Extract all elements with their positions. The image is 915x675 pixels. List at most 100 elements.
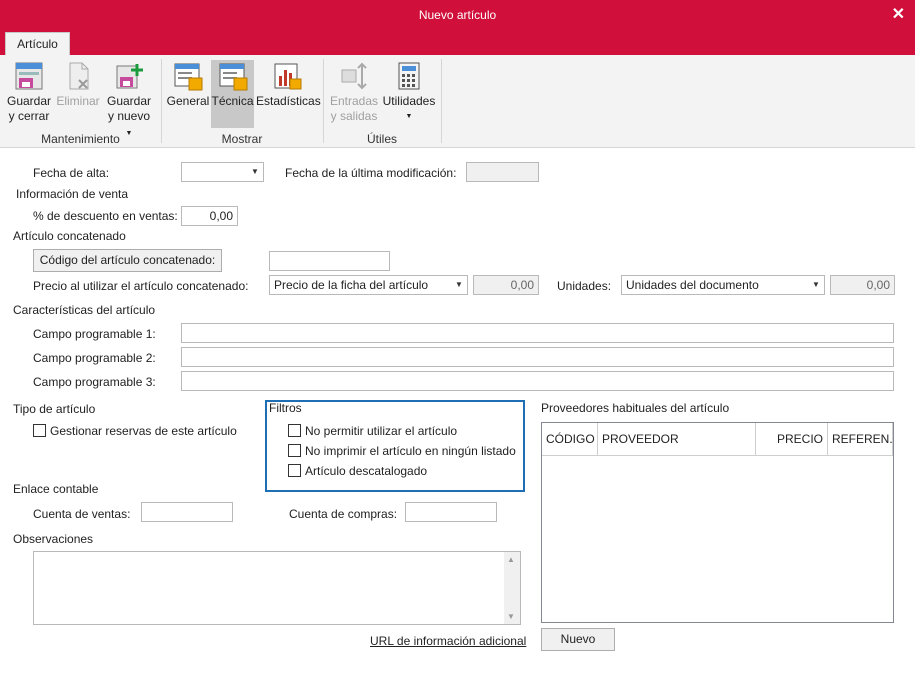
delete-icon xyxy=(69,62,89,90)
cuenta-compras-label: Cuenta de compras: xyxy=(289,507,398,521)
window-title: Nuevo artículo xyxy=(418,8,497,22)
column-header-proveedor[interactable]: PROVEEDOR xyxy=(598,423,756,456)
chevron-down-icon: ▼ xyxy=(251,167,259,176)
chevron-down-icon: ▼ xyxy=(812,280,820,289)
filtros-heading: Filtros xyxy=(269,401,302,415)
stock-in-out-button[interactable]: Entradas y salidas xyxy=(328,60,380,124)
proveedores-grid-header: CÓDIGO PROVEEDOR PRECIO REFEREN... xyxy=(542,423,893,456)
stock-in-out-label-2: y salidas xyxy=(330,109,378,123)
url-info-link[interactable]: URL de información adicional xyxy=(370,634,526,648)
enlace-heading: Enlace contable xyxy=(13,482,99,496)
precio-concatenado-label: Precio al utilizar el artículo concatena… xyxy=(33,279,249,293)
caracteristicas-heading: Características del artículo xyxy=(13,303,156,317)
cuenta-ventas-label: Cuenta de ventas: xyxy=(33,507,131,521)
filtro-no-permitir-checkbox[interactable]: No permitir utilizar el artículo xyxy=(288,424,457,438)
unidades-select[interactable]: Unidades del documento ▼ xyxy=(621,275,825,295)
tipo-heading: Tipo de artículo xyxy=(13,402,96,416)
save-close-label-1: Guardar xyxy=(6,94,52,108)
codigo-concatenado-button[interactable]: Código del artículo concatenado: xyxy=(33,249,222,272)
fecha-alta-label: Fecha de alta: xyxy=(33,166,110,180)
fecha-modificacion-field xyxy=(466,162,539,182)
campo1-field[interactable] xyxy=(181,323,894,343)
save-new-label-1: Guardar xyxy=(106,94,152,108)
group-mantenimiento: Mantenimiento xyxy=(41,132,120,146)
close-icon[interactable]: ✕ xyxy=(892,4,905,24)
descuento-field[interactable]: 0,00 xyxy=(181,206,238,226)
column-header-codigo[interactable]: CÓDIGO xyxy=(542,423,598,456)
save-close-button[interactable]: Guardar y cerrar xyxy=(4,60,54,124)
descuento-label: % de descuento en ventas: xyxy=(33,209,178,223)
title-bar: Nuevo artículo ✕ xyxy=(0,0,915,30)
codigo-concatenado-field[interactable] xyxy=(269,251,390,271)
calculator-icon xyxy=(398,62,420,90)
ribbon-separator xyxy=(441,59,442,143)
column-header-referencia[interactable]: REFEREN... xyxy=(828,423,893,456)
info-venta-heading: Información de venta xyxy=(16,187,129,201)
checkbox-box[interactable] xyxy=(288,464,301,477)
utilities-label: Utilidades xyxy=(382,94,436,108)
chevron-down-icon: ▼ xyxy=(405,113,413,120)
utilities-button[interactable]: Utilidades ▼ xyxy=(380,60,438,124)
filtro-no-imprimir-label: No imprimir el artículo en ningún listad… xyxy=(305,444,516,458)
precio-concatenado-select[interactable]: Precio de la ficha del artículo ▼ xyxy=(269,275,468,295)
campo2-label: Campo programable 2: xyxy=(33,351,156,365)
statistics-icon xyxy=(274,63,302,90)
column-header-precio[interactable]: PRECIO xyxy=(756,423,828,456)
save-new-icon xyxy=(116,64,143,89)
ribbon-tabstrip: Artículo xyxy=(0,30,915,55)
scroll-up-icon[interactable]: ▲ xyxy=(507,555,515,564)
scroll-down-icon[interactable]: ▼ xyxy=(507,612,515,621)
fecha-alta-picker[interactable]: ▼ xyxy=(181,162,264,182)
unidades-select-value: Unidades del documento xyxy=(626,278,759,292)
concatenado-heading: Artículo concatenado xyxy=(13,229,126,243)
unidades-label: Unidades: xyxy=(557,279,612,293)
save-close-label-2: y cerrar xyxy=(8,109,50,123)
delete-label: Eliminar xyxy=(56,94,100,108)
campo3-field[interactable] xyxy=(181,371,894,391)
cuenta-compras-field[interactable] xyxy=(405,502,497,522)
ribbon: Guardar y cerrar Eliminar Guardar y nuev… xyxy=(0,55,915,148)
campo1-label: Campo programable 1: xyxy=(33,327,156,341)
unidades-field: 0,00 xyxy=(830,275,895,295)
save-new-label-2-text: y nuevo xyxy=(107,109,151,123)
nuevo-proveedor-button[interactable]: Nuevo xyxy=(541,628,615,651)
save-new-button[interactable]: Guardar y nuevo ▼ xyxy=(104,60,154,141)
proveedores-grid[interactable]: CÓDIGO PROVEEDOR PRECIO REFEREN... xyxy=(541,422,894,623)
general-view-icon xyxy=(174,63,203,91)
filtro-descatalogado-checkbox[interactable]: Artículo descatalogado xyxy=(288,464,427,478)
precio-concatenado-select-value: Precio de la ficha del artículo xyxy=(274,278,429,292)
checkbox-box[interactable] xyxy=(288,424,301,437)
view-estadisticas-button[interactable]: Estadísticas xyxy=(256,60,321,109)
group-mostrar: Mostrar xyxy=(221,132,263,146)
filtro-no-imprimir-checkbox[interactable]: No imprimir el artículo en ningún listad… xyxy=(288,444,516,458)
observaciones-scrollbar[interactable]: ▲ ▼ xyxy=(504,552,520,624)
chevron-down-icon: ▼ xyxy=(455,280,463,289)
filtro-descatalogado-label: Artículo descatalogado xyxy=(305,464,428,478)
view-tecnica-button[interactable]: Técnica xyxy=(211,60,254,128)
view-general-button[interactable]: General xyxy=(166,60,210,109)
group-utiles: Útiles xyxy=(366,132,397,146)
technical-view-icon xyxy=(219,63,247,91)
view-estadisticas-label: Estadísticas xyxy=(256,94,321,108)
checkbox-box[interactable] xyxy=(288,444,301,457)
stock-in-out-icon xyxy=(341,62,367,90)
proveedores-heading: Proveedores habituales del artículo xyxy=(541,401,730,415)
ribbon-separator xyxy=(161,59,162,143)
stock-in-out-label-1: Entradas xyxy=(329,94,379,108)
save-close-icon xyxy=(15,62,43,90)
reservas-label: Gestionar reservas de este artículo xyxy=(50,424,237,438)
filtro-no-permitir-label: No permitir utilizar el artículo xyxy=(305,424,458,438)
reservas-checkbox[interactable]: Gestionar reservas de este artículo xyxy=(33,424,237,438)
campo3-label: Campo programable 3: xyxy=(33,375,156,389)
tab-articulo[interactable]: Artículo xyxy=(5,32,70,55)
checkbox-box[interactable] xyxy=(33,424,46,437)
observaciones-textarea[interactable]: ▲ ▼ xyxy=(33,551,521,625)
view-general-label: General xyxy=(166,94,210,108)
delete-button[interactable]: Eliminar xyxy=(55,60,101,109)
view-tecnica-label: Técnica xyxy=(211,94,254,108)
fecha-modificacion-label: Fecha de la última modificación: xyxy=(285,166,457,180)
campo2-field[interactable] xyxy=(181,347,894,367)
cuenta-ventas-field[interactable] xyxy=(141,502,233,522)
observaciones-heading: Observaciones xyxy=(13,532,94,546)
precio-concatenado-field: 0,00 xyxy=(473,275,539,295)
